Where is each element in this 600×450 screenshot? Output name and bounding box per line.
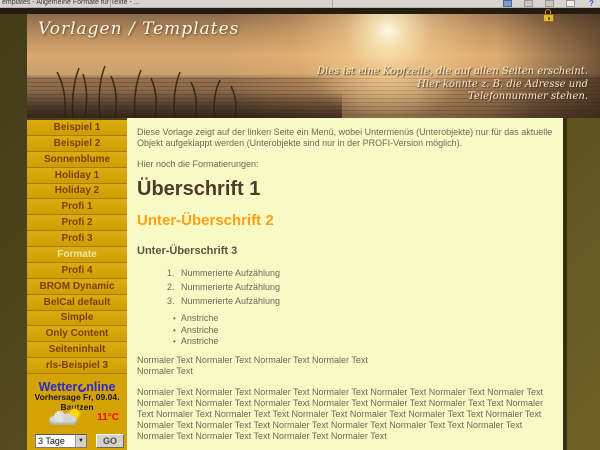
content-right-shadow xyxy=(563,118,567,450)
normal-text-long-paragraph: Normaler Text Normaler Text Normaler Tex… xyxy=(137,387,553,442)
header-image: Vorlagen / Templates Dies ist eine Kopfz… xyxy=(27,14,600,118)
mail-icon[interactable] xyxy=(545,0,554,7)
go-button[interactable]: GO xyxy=(96,434,124,448)
sidebar-item-beispiel-1[interactable]: Beispiel 1 xyxy=(27,120,127,136)
bullet-list-item: Anstriche xyxy=(173,325,553,337)
sidebar-item-profi-3[interactable]: Profi 3 xyxy=(27,231,127,247)
sidebar-item-holiday-2[interactable]: Holiday 2 xyxy=(27,184,127,200)
sidebar-item-profi-4[interactable]: Profi 4 xyxy=(27,263,127,279)
logo-o-icon xyxy=(78,384,86,392)
sidebar-item-profi-1[interactable]: Profi 1 xyxy=(27,199,127,215)
chrome-divider xyxy=(110,0,111,8)
sidebar-item-simple[interactable]: Simple xyxy=(27,311,127,327)
browser-tab-title: emplates - Allgemeine Formate für Texte … xyxy=(2,0,140,6)
sidebar-item-seiteninhalt[interactable]: Seiteninhalt xyxy=(27,342,127,358)
heading-1: Überschrift 1 xyxy=(137,178,553,200)
sidebar-item-formate[interactable]: Formate xyxy=(27,247,127,263)
browser-chrome: emplates - Allgemeine Formate für Texte … xyxy=(0,0,600,8)
forecast-range-select[interactable]: 3 Tage ▼ xyxy=(35,434,87,448)
ordered-list: 1.Nummerierte Aufzählung 2.Nummerierte A… xyxy=(167,266,553,308)
screen: emplates - Allgemeine Formate für Texte … xyxy=(0,0,600,450)
bullet-list-item: Anstriche xyxy=(173,336,553,348)
ordered-list-item: 1.Nummerierte Aufzählung xyxy=(167,266,553,280)
print-icon[interactable] xyxy=(524,0,533,7)
header-tagline: Dies ist eine Kopfzeile, die auf allen S… xyxy=(317,66,588,104)
padlock-icon[interactable] xyxy=(543,9,554,22)
cloud-sun-icon xyxy=(49,409,83,427)
sidebar-item-profi-2[interactable]: Profi 2 xyxy=(27,215,127,231)
ordered-list-item: 2.Nummerierte Aufzählung xyxy=(167,280,553,294)
sidebar-item-only-content[interactable]: Only Content xyxy=(27,326,127,342)
heading-2: Unter-Überschrift 2 xyxy=(137,212,553,229)
temperature: 11°C xyxy=(97,412,119,423)
sidebar-item-beispiel-2[interactable]: Beispiel 2 xyxy=(27,136,127,152)
normal-text-paragraph: Normaler Text Normaler Text Normaler Tex… xyxy=(137,355,553,377)
page-title: Vorlagen / Templates xyxy=(38,19,239,39)
tagline-line: Hier könnte z. B. die Adresse und xyxy=(417,79,588,90)
sidebar-menu: Beispiel 1 Beispiel 2 Sonnenblume Holida… xyxy=(27,120,127,374)
grass-silhouette xyxy=(45,60,255,118)
chrome-divider xyxy=(332,0,333,8)
intro-paragraph: Diese Vorlage zeigt auf der linken Seite… xyxy=(137,127,553,149)
heading-3: Unter-Überschrift 3 xyxy=(137,245,553,257)
page-icon[interactable] xyxy=(566,0,575,7)
tagline-line: Telefonnummer stehen. xyxy=(468,91,588,102)
sidebar-item-sonnenblume[interactable]: Sonnenblume xyxy=(27,152,127,168)
ordered-list-item: 3.Nummerierte Aufzählung xyxy=(167,294,553,308)
chevron-down-icon[interactable]: ▼ xyxy=(75,435,86,447)
sidebar: Beispiel 1 Beispiel 2 Sonnenblume Holida… xyxy=(27,120,127,450)
weather-widget: Wetternline Vorhersage Fr, 09.04. Bautze… xyxy=(27,374,127,450)
help-icon[interactable]: ? xyxy=(587,0,596,7)
home-icon[interactable] xyxy=(503,0,512,7)
main-content: Diese Vorlage zeigt auf der linken Seite… xyxy=(127,118,563,450)
bullet-list: Anstriche Anstriche Anstriche xyxy=(173,313,553,348)
formats-label: Hier noch die Formatierungen: xyxy=(137,159,553,170)
sidebar-item-holiday-1[interactable]: Holiday 1 xyxy=(27,168,127,184)
browser-toolbar: ? xyxy=(503,0,596,8)
tagline-line: Dies ist eine Kopfzeile, die auf allen S… xyxy=(317,66,588,77)
bullet-list-item: Anstriche xyxy=(173,313,553,325)
sidebar-item-brom-dynamic[interactable]: BROM Dynamic xyxy=(27,279,127,295)
sidebar-item-belcal-default[interactable]: BelCal default xyxy=(27,295,127,311)
sidebar-item-rls-beispiel-3[interactable]: rls-Beispiel 3 xyxy=(27,358,127,374)
